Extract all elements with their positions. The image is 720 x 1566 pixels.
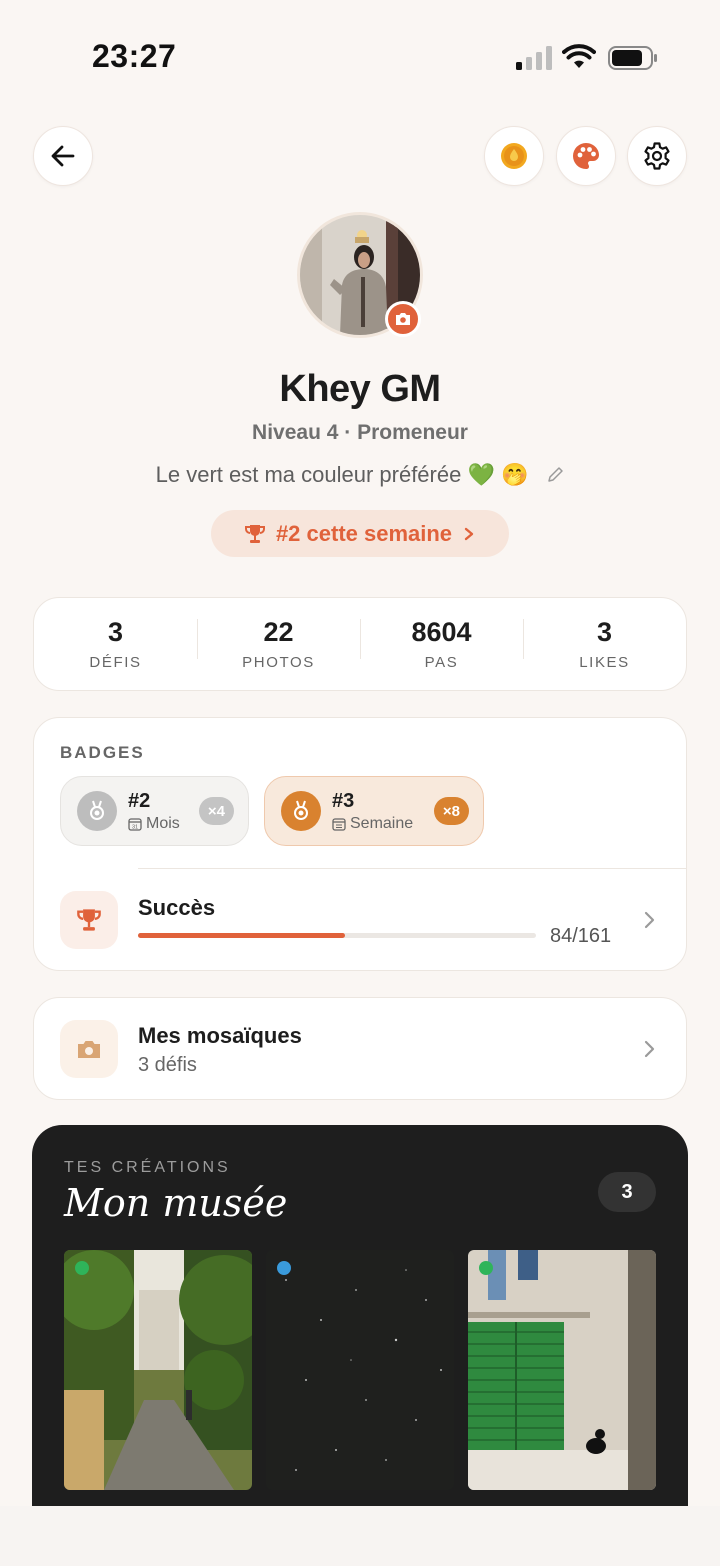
profile-avatar[interactable] bbox=[297, 212, 423, 338]
museum-tile-night-sky[interactable] bbox=[266, 1250, 454, 1490]
badge-week[interactable]: #3 Semaine ×8 bbox=[264, 776, 484, 846]
stat-photos[interactable]: 22 PHOTOS bbox=[197, 617, 360, 671]
museum-title: Mon musée bbox=[64, 1181, 288, 1225]
profile-name: Khey GM bbox=[279, 368, 441, 410]
palette-icon bbox=[573, 143, 599, 169]
divider bbox=[138, 868, 686, 869]
mosaics-subtitle: 3 défis bbox=[138, 1054, 197, 1076]
calendar-icon bbox=[332, 817, 346, 831]
stat-value: 8604 bbox=[411, 617, 472, 647]
arrow-left-icon bbox=[51, 145, 75, 167]
wifi-icon bbox=[562, 44, 596, 68]
museum-count-badge: 3 bbox=[598, 1172, 656, 1212]
photo-green-door bbox=[468, 1250, 656, 1490]
stat-label: PAS bbox=[424, 654, 459, 671]
badge-count: ×8 bbox=[433, 797, 469, 825]
success-count: 84/161 bbox=[550, 925, 612, 947]
badges-card: BADGES #2 31 Mois ×4 #3 Semaine ×8 Succè… bbox=[33, 717, 687, 971]
change-photo-button[interactable] bbox=[385, 301, 421, 337]
stat-label: LIKES bbox=[579, 654, 630, 671]
museum-tile-green-door[interactable] bbox=[468, 1250, 656, 1490]
stats-card: 3 DÉFIS 22 PHOTOS 8604 PAS 3 LIKES bbox=[33, 597, 687, 691]
svg-text:31: 31 bbox=[132, 824, 138, 830]
bio-text: Le vert est ma couleur préférée 💚 🤭 bbox=[155, 462, 529, 487]
chevron-right-icon bbox=[644, 1040, 655, 1058]
rank-label: #2 cette semaine bbox=[275, 520, 453, 546]
status-dot bbox=[75, 1261, 89, 1275]
stat-likes[interactable]: 3 LIKES bbox=[523, 617, 686, 671]
stat-value: 3 bbox=[596, 617, 613, 647]
badge-rank: #3 bbox=[332, 789, 355, 812]
chevron-right-icon bbox=[464, 527, 474, 540]
stat-pas[interactable]: 8604 PAS bbox=[360, 617, 523, 671]
photo-night-sky bbox=[266, 1250, 454, 1490]
success-progress-bar bbox=[138, 933, 536, 938]
gear-icon bbox=[644, 142, 670, 170]
battery-icon bbox=[608, 46, 657, 70]
badge-period: Mois bbox=[146, 814, 180, 832]
weekly-rank-button[interactable]: #2 cette semaine bbox=[211, 510, 509, 557]
coins-button[interactable] bbox=[484, 126, 544, 186]
success-progress-fill bbox=[138, 933, 345, 938]
mosaics-title: Mes mosaïques bbox=[138, 1023, 302, 1048]
museum-kicker: TES CRÉATIONS bbox=[64, 1159, 231, 1176]
status-bar: 23:27 bbox=[0, 0, 720, 110]
stat-label: DÉFIS bbox=[89, 654, 142, 671]
calendar-icon: 31 bbox=[128, 817, 142, 831]
signal-icon bbox=[516, 46, 552, 70]
status-time: 23:27 bbox=[92, 38, 177, 74]
badges-title: BADGES bbox=[60, 743, 145, 762]
status-dot bbox=[277, 1261, 291, 1275]
profile-bio: Le vert est ma couleur préférée 💚 🤭 bbox=[0, 462, 720, 488]
edit-pencil-icon[interactable] bbox=[546, 466, 564, 484]
settings-button[interactable] bbox=[627, 126, 687, 186]
camera-icon bbox=[396, 313, 410, 325]
theme-button[interactable] bbox=[556, 126, 616, 186]
photo-street bbox=[64, 1250, 252, 1490]
stat-defis[interactable]: 3 DÉFIS bbox=[34, 617, 197, 671]
medal-icon bbox=[77, 791, 117, 831]
badge-count: ×4 bbox=[198, 797, 234, 825]
success-label[interactable]: Succès bbox=[138, 895, 215, 921]
museum-tile-street[interactable] bbox=[64, 1250, 252, 1490]
camera-icon bbox=[60, 1020, 118, 1078]
trophy-icon bbox=[244, 524, 265, 543]
badge-rank: #2 bbox=[128, 789, 151, 812]
status-dot bbox=[479, 1261, 493, 1275]
stat-label: PHOTOS bbox=[242, 654, 315, 671]
success-trophy-icon bbox=[60, 891, 118, 949]
back-button[interactable] bbox=[33, 126, 93, 186]
badge-period: Semaine bbox=[350, 814, 414, 832]
badge-month[interactable]: #2 31 Mois ×4 bbox=[60, 776, 249, 846]
chevron-right-icon[interactable] bbox=[642, 910, 656, 930]
mosaics-card[interactable]: Mes mosaïques 3 défis bbox=[33, 997, 687, 1100]
medal-icon bbox=[281, 791, 321, 831]
profile-level: Niveau 4 · Promeneur bbox=[252, 421, 468, 444]
stat-value: 22 bbox=[263, 617, 294, 647]
stat-value: 3 bbox=[107, 617, 124, 647]
museum-section: TES CRÉATIONS Mon musée 3 bbox=[32, 1125, 688, 1506]
coin-drop-icon bbox=[501, 143, 527, 169]
bottom-area bbox=[0, 1506, 720, 1566]
